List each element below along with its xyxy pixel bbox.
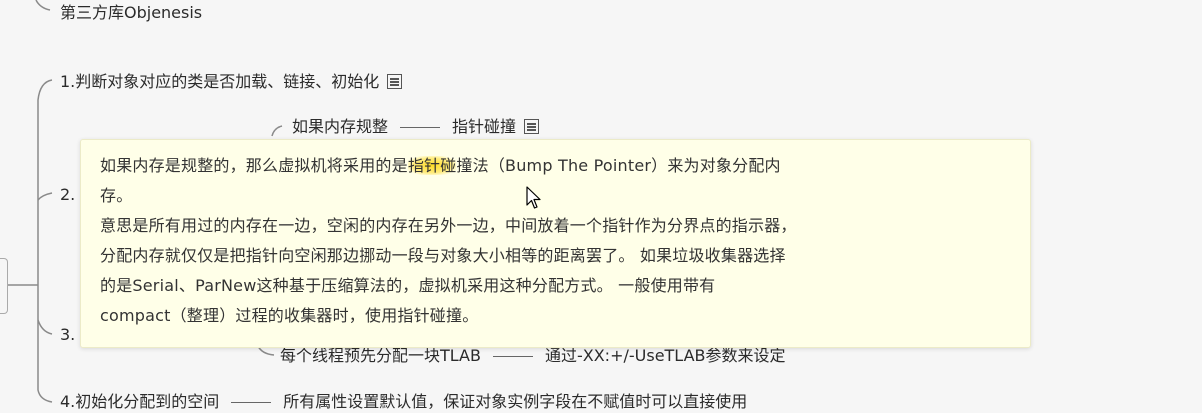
- node-label: 4.初始化分配到的空间: [60, 392, 220, 411]
- connector-dash: [231, 402, 272, 403]
- note-icon[interactable]: [524, 119, 540, 134]
- mindmap-node-objenesis[interactable]: 第三方库Objenesis: [60, 2, 202, 24]
- node-label: 2.: [60, 185, 76, 204]
- mindmap-node-1[interactable]: 1.判断对象对应的类是否加载、链接、初始化: [60, 71, 403, 93]
- node-label: 所有属性设置默认值，保证对象实例字段在不赋值时可以直接使用: [283, 392, 748, 411]
- connector-dash: [492, 356, 533, 357]
- node-label: 指针碰撞: [452, 117, 517, 136]
- mindmap-node-memory-regular[interactable]: 如果内存规整 指针碰撞: [292, 116, 540, 138]
- highlighted-text: 指针碰: [407, 156, 457, 175]
- tooltip-line: 如果内存是规整的，那么虚拟机将采用的是指针碰撞法（Bump The Pointe…: [100, 156, 781, 175]
- node-label: 3.: [60, 325, 76, 344]
- mindmap-node-3[interactable]: 3.: [60, 324, 75, 346]
- connector-dash: [400, 127, 441, 128]
- tooltip-line: compact（整理）过程的收集器时，使用指针碰撞。: [100, 306, 479, 325]
- node-label: 1.判断对象对应的类是否加载、链接、初始化: [60, 72, 380, 91]
- tooltip-line: 意思是所有用过的内存在一边，空闲的内存在另外一边，中间放着一个指针作为分界点的指…: [100, 216, 797, 235]
- tooltip-text: 如果内存是规整的，那么虚拟机将采用的是指针碰撞法（Bump The Pointe…: [100, 151, 1012, 331]
- node-label: 如果内存规整: [292, 117, 389, 136]
- tooltip-line: 的是Serial、ParNew这种基于压缩算法的，虚拟机采用这种分配方式。 一般…: [100, 276, 716, 295]
- collapse-handle[interactable]: [0, 258, 8, 314]
- node-label: 每个线程预先分配一块TLAB: [280, 346, 481, 365]
- tooltip-line: 分配内存就仅仅是把指针向空闲那边挪动一段与对象大小相等的距离罢了。 如果垃圾收集…: [100, 246, 786, 265]
- mindmap-node-2[interactable]: 2.: [60, 184, 75, 206]
- note-tooltip: 如果内存是规整的，那么虚拟机将采用的是指针碰撞法（Bump The Pointe…: [80, 139, 1031, 348]
- node-label: 通过-XX:+/-UseTLAB参数来设定: [544, 346, 786, 365]
- mindmap-node-tlab[interactable]: 每个线程预先分配一块TLAB 通过-XX:+/-UseTLAB参数来设定: [280, 345, 786, 367]
- mouse-cursor-icon: [526, 186, 541, 209]
- tooltip-line: 存。: [100, 186, 133, 205]
- mindmap-node-4[interactable]: 4.初始化分配到的空间 所有属性设置默认值，保证对象实例字段在不赋值时可以直接使用: [60, 391, 747, 413]
- node-label: 第三方库Objenesis: [60, 3, 203, 22]
- note-icon[interactable]: [387, 74, 403, 89]
